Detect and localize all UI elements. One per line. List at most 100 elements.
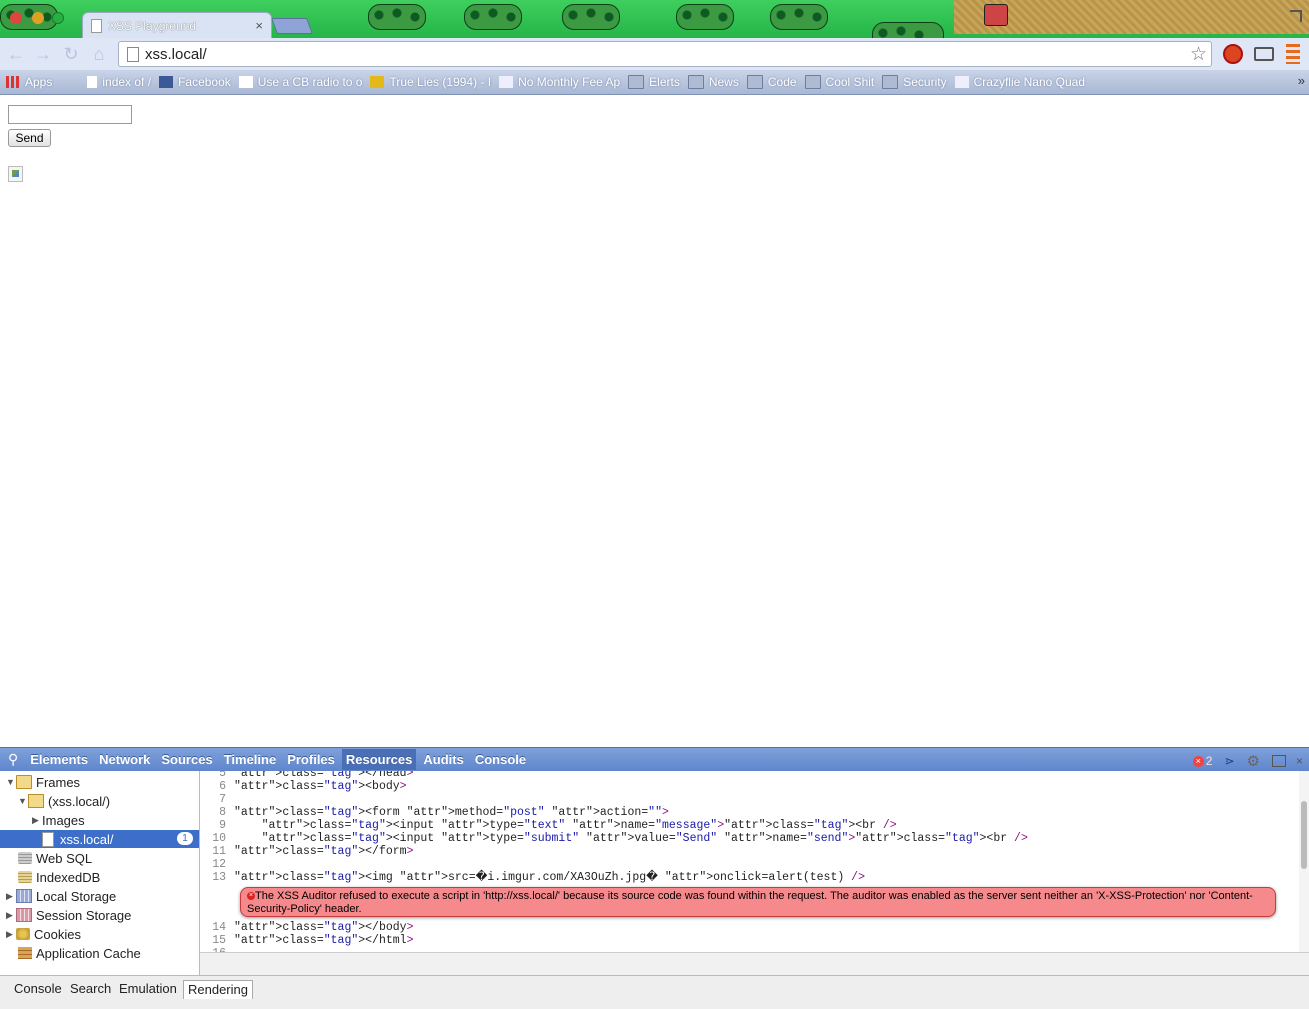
tree-images[interactable]: ▶ Images	[32, 811, 85, 829]
tab-sources[interactable]: Sources	[161, 752, 212, 767]
back-arrow-icon[interactable]: ←	[6, 44, 26, 64]
tab-xss-playground[interactable]: XSS Playground ×	[82, 12, 272, 38]
source-line[interactable]: 10 "attr">class="tag"><input "attr">type…	[200, 832, 1028, 845]
tree-frames[interactable]: ▼ Frames	[6, 773, 80, 791]
search-icon[interactable]: ⚲	[8, 751, 18, 768]
close-devtools-icon[interactable]: ×	[1296, 754, 1303, 768]
source-line[interactable]: 11 "attr">class="tag"></form>	[200, 845, 413, 858]
collapsed-triangle-icon[interactable]: ▶	[6, 929, 16, 940]
collapsed-triangle-icon[interactable]: ▶	[6, 910, 16, 921]
fullscreen-icon[interactable]	[1290, 10, 1302, 22]
browser-titlebar: XSS Playground ×	[0, 0, 1309, 38]
tree-cookies[interactable]: ▶ Cookies	[6, 925, 81, 943]
drawer-tab-rendering[interactable]: Rendering	[183, 980, 253, 999]
forward-arrow-icon[interactable]: →	[33, 44, 53, 64]
url-text[interactable]: xss.local/	[145, 46, 207, 63]
bookmarks-overflow-icon[interactable]: »	[1298, 73, 1305, 88]
bookmark-item[interactable]: True Lies (1994) - I	[370, 75, 491, 89]
line-number: 13	[212, 871, 226, 884]
expanded-triangle-icon[interactable]: ▼	[18, 796, 28, 806]
tree-web-sql[interactable]: Web SQL	[18, 849, 92, 867]
expanded-triangle-icon[interactable]: ▼	[6, 777, 16, 787]
broken-image-icon[interactable]	[8, 166, 23, 182]
drawer-tab-console[interactable]: Console	[10, 980, 66, 998]
tree-label: IndexedDB	[36, 869, 101, 885]
bookmark-item[interactable]: Security	[882, 75, 947, 89]
line-number: 8	[219, 806, 226, 819]
bookmark-label: index of /	[102, 75, 152, 89]
collapsed-triangle-icon[interactable]: ▶	[6, 891, 16, 902]
bookmark-item[interactable]: Apps	[6, 75, 52, 89]
tree-indexeddb[interactable]: IndexedDB	[18, 868, 100, 886]
bookmark-item[interactable]: Crazyflie Nano Quad	[954, 75, 1085, 89]
tab-console[interactable]: Console	[475, 752, 526, 767]
tree-label: Session Storage	[36, 907, 132, 923]
minimize-window-icon[interactable]	[32, 12, 44, 24]
bookmark-label: Security	[903, 75, 947, 89]
source-scrollbar[interactable]	[1299, 771, 1309, 952]
drawer-tab-search[interactable]: Search	[66, 980, 115, 998]
menu-icon[interactable]	[1286, 44, 1300, 64]
tab-close-icon[interactable]: ×	[255, 18, 263, 33]
tree-local-storage[interactable]: ▶ Local Storage	[6, 887, 116, 905]
bookmark-item[interactable]: News	[687, 75, 739, 89]
tree-session-storage[interactable]: ▶ Session Storage	[6, 906, 131, 924]
bookmark-item[interactable]: Facebook	[159, 75, 231, 89]
source-line[interactable]: 5 "attr">class="tag"></head>	[200, 771, 413, 780]
apps-grid-icon	[6, 76, 20, 88]
source-line[interactable]: 8 "attr">class="tag"><form "attr">method=…	[200, 806, 669, 819]
bookmark-item[interactable]: Use a CB radio to o	[238, 75, 362, 89]
cast-icon[interactable]	[1254, 47, 1274, 61]
address-bar[interactable]: xss.local/ ☆	[118, 41, 1212, 67]
error-count[interactable]: 2	[1206, 754, 1213, 768]
new-tab-button[interactable]	[271, 18, 313, 34]
bookmark-item[interactable]: Code	[746, 75, 797, 89]
folder-icon	[16, 775, 32, 789]
line-number: 12	[212, 858, 226, 871]
zoom-window-icon[interactable]	[52, 12, 64, 24]
settings-gear-icon[interactable]: ⚙	[1247, 752, 1260, 770]
bookmarks-bar: Apps index of / Facebook Use a CB radio to …	[0, 70, 1309, 95]
tree-frame-main[interactable]: ▼ (xss.local/)	[18, 792, 110, 810]
home-icon[interactable]: ⌂	[89, 44, 109, 64]
drawer-tab-emulation[interactable]: Emulation	[115, 980, 181, 998]
devtools-statusbar	[200, 952, 1309, 976]
source-line[interactable]: 12	[200, 858, 234, 871]
source-viewer[interactable]: × The XSS Auditor refused to execute a sc…	[200, 771, 1299, 952]
tab-network[interactable]: Network	[99, 752, 150, 767]
source-line[interactable]: 13 "attr">class="tag"><img "attr">src=�i.…	[200, 871, 865, 884]
source-line[interactable]: 6 "attr">class="tag"><body>	[200, 780, 406, 793]
reload-icon[interactable]: ↻	[61, 44, 81, 64]
message-input[interactable]	[8, 105, 132, 124]
bookmark-label: News	[708, 75, 739, 89]
source-line[interactable]: 14 "attr">class="tag"></body>	[200, 921, 413, 934]
tree-resource-selected[interactable]: xss.local/ 1	[0, 830, 199, 848]
tab-resources[interactable]: Resources	[341, 749, 417, 770]
tab-profiles[interactable]: Profiles	[287, 752, 335, 767]
tab-timeline[interactable]: Timeline	[224, 752, 277, 767]
error-count-icon[interactable]: ×	[1192, 755, 1204, 767]
collapsed-triangle-icon[interactable]: ▶	[32, 815, 42, 826]
scroll-thumb[interactable]	[1301, 801, 1307, 869]
devtools-tabbar: ⚲ Elements Network Sources Timeline Profiles…	[0, 747, 1309, 771]
adblock-extension-icon[interactable]	[1223, 44, 1243, 64]
source-line[interactable]: 9 "attr">class="tag"><input "attr">type=…	[200, 819, 897, 832]
bookmark-item[interactable]: index of /	[87, 75, 151, 89]
bookmark-item[interactable]	[60, 76, 79, 88]
source-line[interactable]: 7	[200, 793, 234, 806]
console-drawer-icon[interactable]: ⋗	[1224, 754, 1234, 768]
bookmark-item[interactable]: Cool Shit	[804, 75, 874, 89]
bookmark-item[interactable]: No Monthly Fee Ap	[499, 75, 620, 89]
tree-app-cache[interactable]: Application Cache	[18, 944, 141, 962]
theme-bush	[368, 4, 426, 30]
close-window-icon[interactable]	[10, 12, 22, 24]
bookmark-item[interactable]: Elerts	[628, 75, 680, 89]
dock-icon[interactable]	[1271, 755, 1286, 767]
bookmark-star-icon[interactable]: ☆	[1190, 43, 1207, 66]
send-button[interactable]: Send	[8, 129, 51, 147]
tab-elements[interactable]: Elements	[30, 752, 88, 767]
tab-audits[interactable]: Audits	[423, 752, 463, 767]
line-number: 10	[212, 832, 226, 845]
tree-label: Local Storage	[36, 888, 117, 904]
source-line[interactable]: 15 "attr">class="tag"></html>	[200, 934, 413, 947]
